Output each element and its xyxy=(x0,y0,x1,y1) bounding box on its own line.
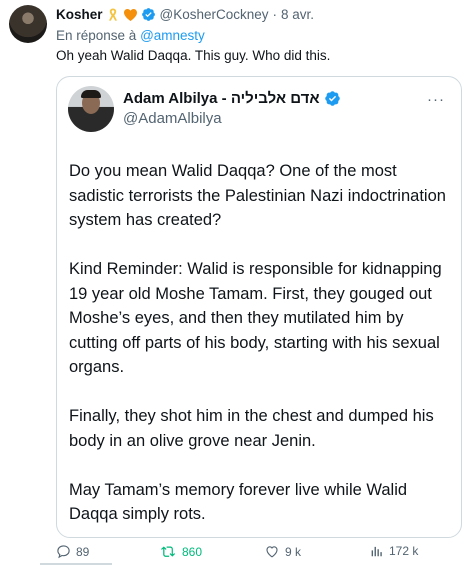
header-separator: · xyxy=(272,7,278,22)
reply-prefix: En réponse à xyxy=(56,28,137,43)
reply-count: 89 xyxy=(76,544,90,559)
reply-context: En réponse à @amnesty xyxy=(56,28,205,43)
ribbon-icon xyxy=(106,7,120,22)
quoted-author-name[interactable]: Adam Albilya - אדם אלביליה xyxy=(123,90,320,107)
like-count: 9 k xyxy=(285,544,302,559)
retweet-button[interactable]: 860 xyxy=(160,544,202,559)
author-handle[interactable]: @KosherCockney xyxy=(160,7,269,22)
reply-button[interactable]: 89 xyxy=(56,544,89,559)
more-options-icon[interactable]: ··· xyxy=(427,91,445,108)
tweet-text: Oh yeah Walid Daqqa. This guy. Who did t… xyxy=(56,48,331,63)
verified-icon xyxy=(141,7,156,22)
reply-icon xyxy=(57,545,70,559)
verified-icon xyxy=(324,90,341,107)
tweet-date[interactable]: 8 avr. xyxy=(281,7,314,22)
views-count: 172 k xyxy=(389,544,419,558)
quoted-paragraph: Kind Reminder: Walid is responsible for … xyxy=(69,260,442,376)
quoted-author-name-row: Adam Albilya - אדם אלביליה xyxy=(123,90,341,107)
author-avatar[interactable] xyxy=(9,5,47,43)
quoted-author-avatar[interactable] xyxy=(68,86,114,132)
retweet-count: 860 xyxy=(182,544,203,559)
tweet-header: Kosher @KosherCockney · 8 avr. xyxy=(56,7,314,22)
quoted-tweet[interactable]: Adam Albilya - אדם אלביליה @AdamAlbilya … xyxy=(56,76,462,538)
quoted-author-handle[interactable]: @AdamAlbilya xyxy=(123,110,222,127)
like-icon xyxy=(266,546,278,558)
orange-heart-icon xyxy=(123,8,138,22)
quoted-paragraph: May Tamam’s memory forever live while Wa… xyxy=(69,480,408,524)
quoted-paragraph: Finally, they shot him in the chest and … xyxy=(69,407,434,450)
views-button[interactable]: 172 k xyxy=(370,544,418,558)
quoted-paragraph: Do you mean Walid Daqqa? One of the most… xyxy=(69,162,446,229)
like-button[interactable]: 9 k xyxy=(264,544,301,559)
reply-mention-link[interactable]: @amnesty xyxy=(140,28,205,43)
retweet-icon xyxy=(161,546,176,557)
author-name[interactable]: Kosher xyxy=(56,7,103,22)
tweet[interactable]: Kosher @KosherCockney · 8 avr. En répons… xyxy=(0,0,470,565)
action-bar: 89 860 9 k 172 k xyxy=(56,542,461,564)
quoted-text: Do you mean Walid Daqqa? One of the most… xyxy=(69,159,453,537)
views-icon xyxy=(371,546,382,557)
